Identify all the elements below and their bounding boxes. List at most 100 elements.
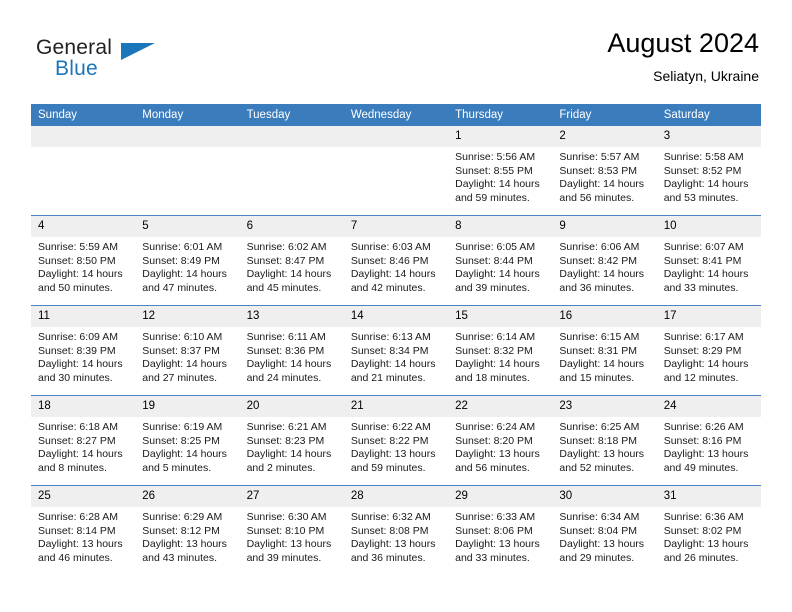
day-daylight-text: and 43 minutes. [142, 551, 217, 564]
calendar-body: 1 Sunrise: 5:56 AM Sunset: 8:55 PM Daylight… [31, 126, 761, 575]
weekday-header-sunday: Sunday [31, 104, 136, 126]
day-sun-info: Sunrise: 6:26 AM Sunset: 8:16 PM Daylight:… [657, 417, 761, 475]
day-daylight-text: and 18 minutes. [455, 371, 530, 384]
calendar-day-cell[interactable]: 24 Sunrise: 6:26 AM Sunset: 8:16 PM Dayligh… [656, 395, 761, 486]
calendar-day-cell[interactable]: 2 Sunrise: 5:57 AM Sunset: 8:53 PM Daylight… [552, 126, 657, 216]
day-sun-info: Sunrise: 6:01 AM Sunset: 8:49 PM Daylight:… [135, 237, 239, 295]
day-number: 19 [135, 396, 240, 417]
day-sunrise-text: Sunrise: 5:57 AM [559, 151, 640, 163]
calendar-day-cell[interactable]: 9 Sunrise: 6:06 AM Sunset: 8:42 PM Daylight… [552, 215, 657, 306]
page-title: August 2024 [607, 28, 759, 58]
calendar-day-cell[interactable]: 12 Sunrise: 6:10 AM Sunset: 8:37 PM Dayligh… [135, 305, 240, 396]
day-daylight-text: Daylight: 14 hours [38, 358, 123, 371]
day-sun-info: Sunrise: 6:06 AM Sunset: 8:42 PM Daylight:… [552, 237, 656, 295]
day-sun-info: Sunrise: 5:57 AM Sunset: 8:53 PM Daylight:… [552, 147, 656, 205]
calendar-day-cell[interactable]: 26 Sunrise: 6:29 AM Sunset: 8:12 PM Dayligh… [135, 485, 240, 575]
day-sunrise-text: Sunrise: 5:58 AM [663, 151, 744, 163]
day-daylight-text: Daylight: 14 hours [142, 448, 227, 461]
day-sunset-text: Sunset: 8:20 PM [455, 434, 533, 447]
day-daylight-text: and 56 minutes. [455, 461, 530, 474]
day-number [343, 126, 449, 147]
day-daylight-text: and 29 minutes. [559, 551, 635, 564]
day-daylight-text: Daylight: 14 hours [246, 358, 332, 371]
day-sun-info: Sunrise: 6:05 AM Sunset: 8:44 PM Daylight:… [448, 237, 552, 295]
day-daylight-text: Daylight: 14 hours [663, 268, 749, 281]
calendar-day-cell[interactable]: 4 Sunrise: 5:59 AM Sunset: 8:50 PM Daylight… [31, 215, 136, 306]
day-sunset-text: Sunset: 8:08 PM [350, 524, 429, 537]
calendar-day-cell[interactable]: 31 Sunrise: 6:36 AM Sunset: 8:02 PM Dayligh… [656, 485, 761, 575]
calendar-day-cell-empty [343, 126, 449, 216]
day-sunrise-text: Sunrise: 6:30 AM [246, 511, 327, 523]
calendar-day-cell[interactable]: 6 Sunrise: 6:02 AM Sunset: 8:47 PM Daylight… [239, 215, 344, 306]
calendar-day-cell[interactable]: 14 Sunrise: 6:13 AM Sunset: 8:34 PM Dayligh… [343, 305, 449, 396]
day-sunrise-text: Sunrise: 6:17 AM [663, 331, 744, 343]
day-sunrise-text: Sunrise: 6:33 AM [455, 511, 536, 523]
calendar-day-cell[interactable]: 18 Sunrise: 6:18 AM Sunset: 8:27 PM Dayligh… [31, 395, 136, 486]
day-sunset-text: Sunset: 8:52 PM [663, 164, 742, 177]
day-sunrise-text: Sunrise: 6:11 AM [246, 331, 326, 343]
day-number: 23 [552, 396, 657, 417]
day-sunset-text: Sunset: 8:49 PM [142, 254, 220, 267]
weekday-header-wednesday: Wednesday [343, 104, 449, 126]
day-sunrise-text: Sunrise: 6:02 AM [246, 241, 327, 253]
day-daylight-text: Daylight: 14 hours [350, 358, 436, 371]
calendar-day-cell[interactable]: 7 Sunrise: 6:03 AM Sunset: 8:46 PM Daylight… [343, 215, 449, 306]
day-sun-info: Sunrise: 6:15 AM Sunset: 8:31 PM Daylight:… [552, 327, 656, 385]
day-sunset-text: Sunset: 8:32 PM [455, 344, 533, 357]
calendar-day-cell[interactable]: 17 Sunrise: 6:17 AM Sunset: 8:29 PM Dayligh… [656, 305, 761, 396]
day-sun-info: Sunrise: 6:22 AM Sunset: 8:22 PM Daylight:… [344, 417, 448, 475]
day-number: 25 [31, 486, 136, 507]
calendar-day-cell[interactable]: 13 Sunrise: 6:11 AM Sunset: 8:36 PM Dayligh… [239, 305, 344, 396]
calendar-day-cell[interactable]: 21 Sunrise: 6:22 AM Sunset: 8:22 PM Dayligh… [343, 395, 449, 486]
calendar-day-cell[interactable]: 20 Sunrise: 6:21 AM Sunset: 8:23 PM Dayligh… [239, 395, 344, 486]
day-sunrise-text: Sunrise: 6:32 AM [350, 511, 431, 523]
calendar-day-cell[interactable]: 15 Sunrise: 6:14 AM Sunset: 8:32 PM Dayligh… [448, 305, 553, 396]
calendar-day-cell[interactable]: 22 Sunrise: 6:24 AM Sunset: 8:20 PM Dayligh… [448, 395, 553, 486]
calendar-day-cell[interactable]: 3 Sunrise: 5:58 AM Sunset: 8:52 PM Daylight… [656, 126, 761, 216]
day-sunrise-text: Sunrise: 6:01 AM [142, 241, 223, 253]
calendar-day-cell[interactable]: 19 Sunrise: 6:19 AM Sunset: 8:25 PM Dayligh… [135, 395, 240, 486]
calendar-day-cell[interactable]: 16 Sunrise: 6:15 AM Sunset: 8:31 PM Dayligh… [552, 305, 657, 396]
calendar-day-cell[interactable]: 10 Sunrise: 6:07 AM Sunset: 8:41 PM Dayligh… [656, 215, 761, 306]
day-sun-info: Sunrise: 6:17 AM Sunset: 8:29 PM Daylight:… [657, 327, 761, 385]
day-number: 2 [552, 126, 657, 147]
day-daylight-text: Daylight: 13 hours [559, 448, 645, 461]
calendar-day-cell[interactable]: 27 Sunrise: 6:30 AM Sunset: 8:10 PM Dayligh… [239, 485, 344, 575]
calendar-day-cell[interactable]: 23 Sunrise: 6:25 AM Sunset: 8:18 PM Dayligh… [552, 395, 657, 486]
calendar-day-cell[interactable]: 30 Sunrise: 6:34 AM Sunset: 8:04 PM Dayligh… [552, 485, 657, 575]
calendar-day-cell[interactable]: 11 Sunrise: 6:09 AM Sunset: 8:39 PM Dayligh… [31, 305, 136, 396]
day-daylight-text: and 42 minutes. [350, 281, 426, 294]
calendar-day-cell[interactable]: 1 Sunrise: 5:56 AM Sunset: 8:55 PM Daylight… [448, 126, 553, 216]
calendar-week-row: 18 Sunrise: 6:18 AM Sunset: 8:27 PM Dayligh… [31, 395, 761, 486]
calendar-day-cell[interactable]: 8 Sunrise: 6:05 AM Sunset: 8:44 PM Daylight… [448, 215, 553, 306]
day-daylight-text: and 21 minutes. [350, 371, 426, 384]
day-daylight-text: and 30 minutes. [38, 371, 113, 384]
day-daylight-text: and 15 minutes. [559, 371, 635, 384]
day-number: 26 [135, 486, 240, 507]
day-daylight-text: and 8 minutes. [38, 461, 107, 474]
calendar-day-cell[interactable]: 29 Sunrise: 6:33 AM Sunset: 8:06 PM Dayligh… [448, 485, 553, 575]
general-blue-logo[interactable]: General Blue [36, 36, 186, 84]
day-daylight-text: Daylight: 13 hours [559, 538, 645, 551]
day-sunset-text: Sunset: 8:55 PM [455, 164, 533, 177]
day-number: 11 [31, 306, 136, 327]
calendar-day-cell[interactable]: 28 Sunrise: 6:32 AM Sunset: 8:08 PM Dayligh… [343, 485, 449, 575]
day-sunrise-text: Sunrise: 6:22 AM [350, 421, 431, 433]
day-sunset-text: Sunset: 8:02 PM [663, 524, 742, 537]
day-sunset-text: Sunset: 8:39 PM [38, 344, 116, 357]
day-sunrise-text: Sunrise: 6:07 AM [663, 241, 744, 253]
day-number: 28 [343, 486, 449, 507]
day-daylight-text: Daylight: 13 hours [455, 538, 540, 551]
day-sunset-text: Sunset: 8:46 PM [350, 254, 429, 267]
calendar-day-cell[interactable]: 5 Sunrise: 6:01 AM Sunset: 8:49 PM Daylight… [135, 215, 240, 306]
day-sunrise-text: Sunrise: 6:19 AM [142, 421, 223, 433]
day-sun-info: Sunrise: 5:59 AM Sunset: 8:50 PM Daylight:… [31, 237, 135, 295]
day-number: 4 [31, 216, 136, 237]
day-daylight-text: Daylight: 14 hours [455, 178, 540, 191]
day-sunrise-text: Sunrise: 6:13 AM [350, 331, 431, 343]
day-sunset-text: Sunset: 8:18 PM [559, 434, 638, 447]
weekday-header-saturday: Saturday [656, 104, 761, 126]
title-block: August 2024 Seliatyn, Ukraine [607, 26, 759, 86]
calendar-day-cell[interactable]: 25 Sunrise: 6:28 AM Sunset: 8:14 PM Dayligh… [31, 485, 136, 575]
day-daylight-text: Daylight: 14 hours [38, 268, 123, 281]
